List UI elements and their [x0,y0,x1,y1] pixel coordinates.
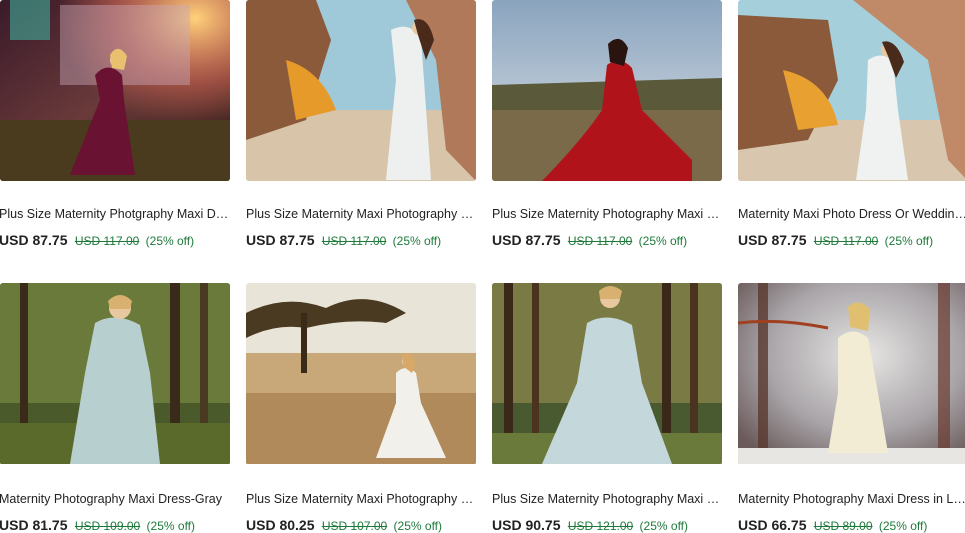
photo-pale-blue-gown-forest [492,283,722,464]
price-row: USD 87.75 USD 117.00 (25% off) [738,232,933,248]
discount-badge: (25% off) [638,234,688,248]
listing-title[interactable]: Maternity Photography Maxi Dress-Gray [0,492,229,506]
photo-white-gown-meadow [246,283,476,464]
listing-image[interactable] [492,0,722,181]
original-price: USD 117.00 [321,234,387,248]
sale-price: USD 66.75 [738,517,807,533]
listing-title[interactable]: Plus Size Maternity Photography Maxi Dre… [492,207,722,221]
price-row: USD 87.75 USD 117.00 (25% off) [492,232,687,248]
listing-image[interactable] [738,283,965,465]
price-row: USD 66.75 USD 89.00 (25% off) [738,517,927,533]
listing-title[interactable]: Plus Size Maternity Photography Maxi Dre… [492,492,722,506]
price-row: USD 90.75 USD 121.00 (25% off) [492,517,688,533]
photo-white-gown-sea-rocks [246,0,476,181]
price-row: USD 87.75 USD 117.00 (25% off) [246,232,441,248]
price-row: USD 87.75 USD 117.00 (25% off) [0,232,194,248]
listing-title[interactable]: Maternity Maxi Photo Dress Or Wedding Dr… [738,207,965,221]
discount-badge: (25% off) [145,234,195,248]
sale-price: USD 87.75 [0,232,68,248]
photo-burgundy-gown [0,0,230,181]
listing-image[interactable] [492,283,722,465]
photo-red-gown-field [492,0,722,181]
sale-price: USD 80.25 [246,517,315,533]
original-price: USD 117.00 [813,234,879,248]
listing-title[interactable]: Plus Size Maternity Maxi Photography Dre… [246,492,476,506]
listing-title[interactable]: Plus Size Maternity Maxi Photography Dre… [246,207,476,221]
original-price: USD 89.00 [813,519,873,533]
original-price: USD 117.00 [567,234,633,248]
listing-image[interactable] [738,0,965,181]
original-price: USD 109.00 [74,519,141,533]
discount-badge: (25% off) [392,234,442,248]
original-price: USD 107.00 [321,519,388,533]
discount-badge: (25% off) [639,519,689,533]
photo-white-gown-sea-rocks [738,0,965,181]
discount-badge: (25% off) [878,519,928,533]
listing-title[interactable]: Maternity Photography Maxi Dress in Lace [738,492,965,506]
original-price: USD 121.00 [567,519,634,533]
product-grid: Plus Size Maternity Photgraphy Maxi Dres… [0,0,965,533]
listing-image[interactable] [246,283,476,465]
price-row: USD 81.75 USD 109.00 (25% off) [0,517,195,533]
listing-title[interactable]: Plus Size Maternity Photgraphy Maxi Dres… [0,207,229,221]
listing-image[interactable] [246,0,476,181]
sale-price: USD 87.75 [246,232,315,248]
original-price: USD 117.00 [74,234,140,248]
listing-image[interactable] [0,0,230,181]
discount-badge: (25% off) [884,234,934,248]
price-row: USD 80.25 USD 107.00 (25% off) [246,517,442,533]
photo-pale-blue-gown-forest [0,283,230,464]
discount-badge: (25% off) [393,519,443,533]
discount-badge: (25% off) [146,519,196,533]
sale-price: USD 90.75 [492,517,561,533]
listing-image[interactable] [0,283,230,465]
sale-price: USD 87.75 [738,232,807,248]
sale-price: USD 81.75 [0,517,68,533]
photo-cream-gown-winter-woods [738,283,965,464]
sale-price: USD 87.75 [492,232,561,248]
